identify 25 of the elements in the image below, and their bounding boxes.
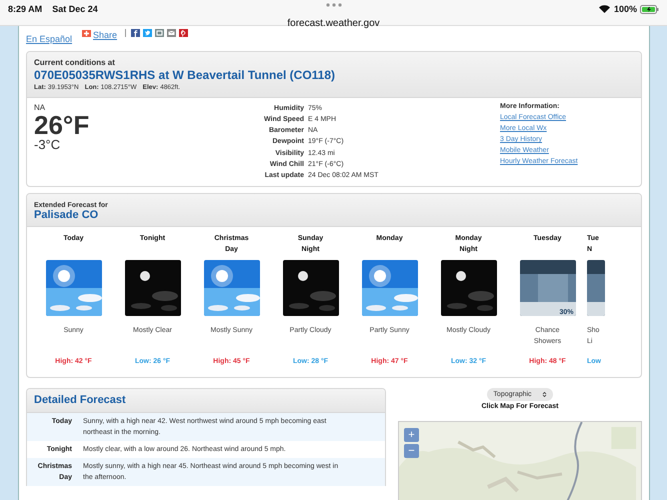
twitter-icon[interactable] — [143, 29, 152, 37]
share-link[interactable]: Share — [93, 30, 118, 40]
address-bar[interactable]: forecast.weather.gov — [287, 18, 380, 29]
battery-level: 100% — [614, 4, 637, 14]
temperature-celsius: -3°C — [34, 138, 62, 151]
mail-icon[interactable] — [167, 29, 176, 37]
zoom-in-button[interactable]: + — [404, 428, 419, 442]
place-name: Palisade CO — [34, 209, 100, 221]
temperature-fahrenheit: 26°F — [34, 112, 90, 138]
share-icon[interactable] — [155, 29, 164, 37]
date-text: Sat Dec 24 — [52, 4, 98, 14]
clock-time: 8:29 AM — [8, 4, 42, 14]
battery-icon — [640, 4, 659, 14]
condition-text: NA — [34, 103, 46, 112]
language-link[interactable]: En Español — [26, 34, 72, 44]
panel-heading: Detailed Forecast — [34, 394, 127, 406]
zoom-out-button[interactable]: − — [404, 444, 419, 458]
station-name: 070E05035RWS1RHS at W Beavertail Tunnel (CO118) — [34, 68, 336, 82]
more-icon[interactable] — [324, 2, 344, 8]
updown-icon — [542, 391, 547, 398]
wifi-icon — [598, 5, 610, 13]
facebook-icon[interactable] — [131, 29, 140, 37]
pinterest-icon[interactable] — [179, 29, 188, 37]
panel-heading: Current conditions at — [34, 58, 116, 67]
plus-icon[interactable] — [82, 30, 91, 36]
